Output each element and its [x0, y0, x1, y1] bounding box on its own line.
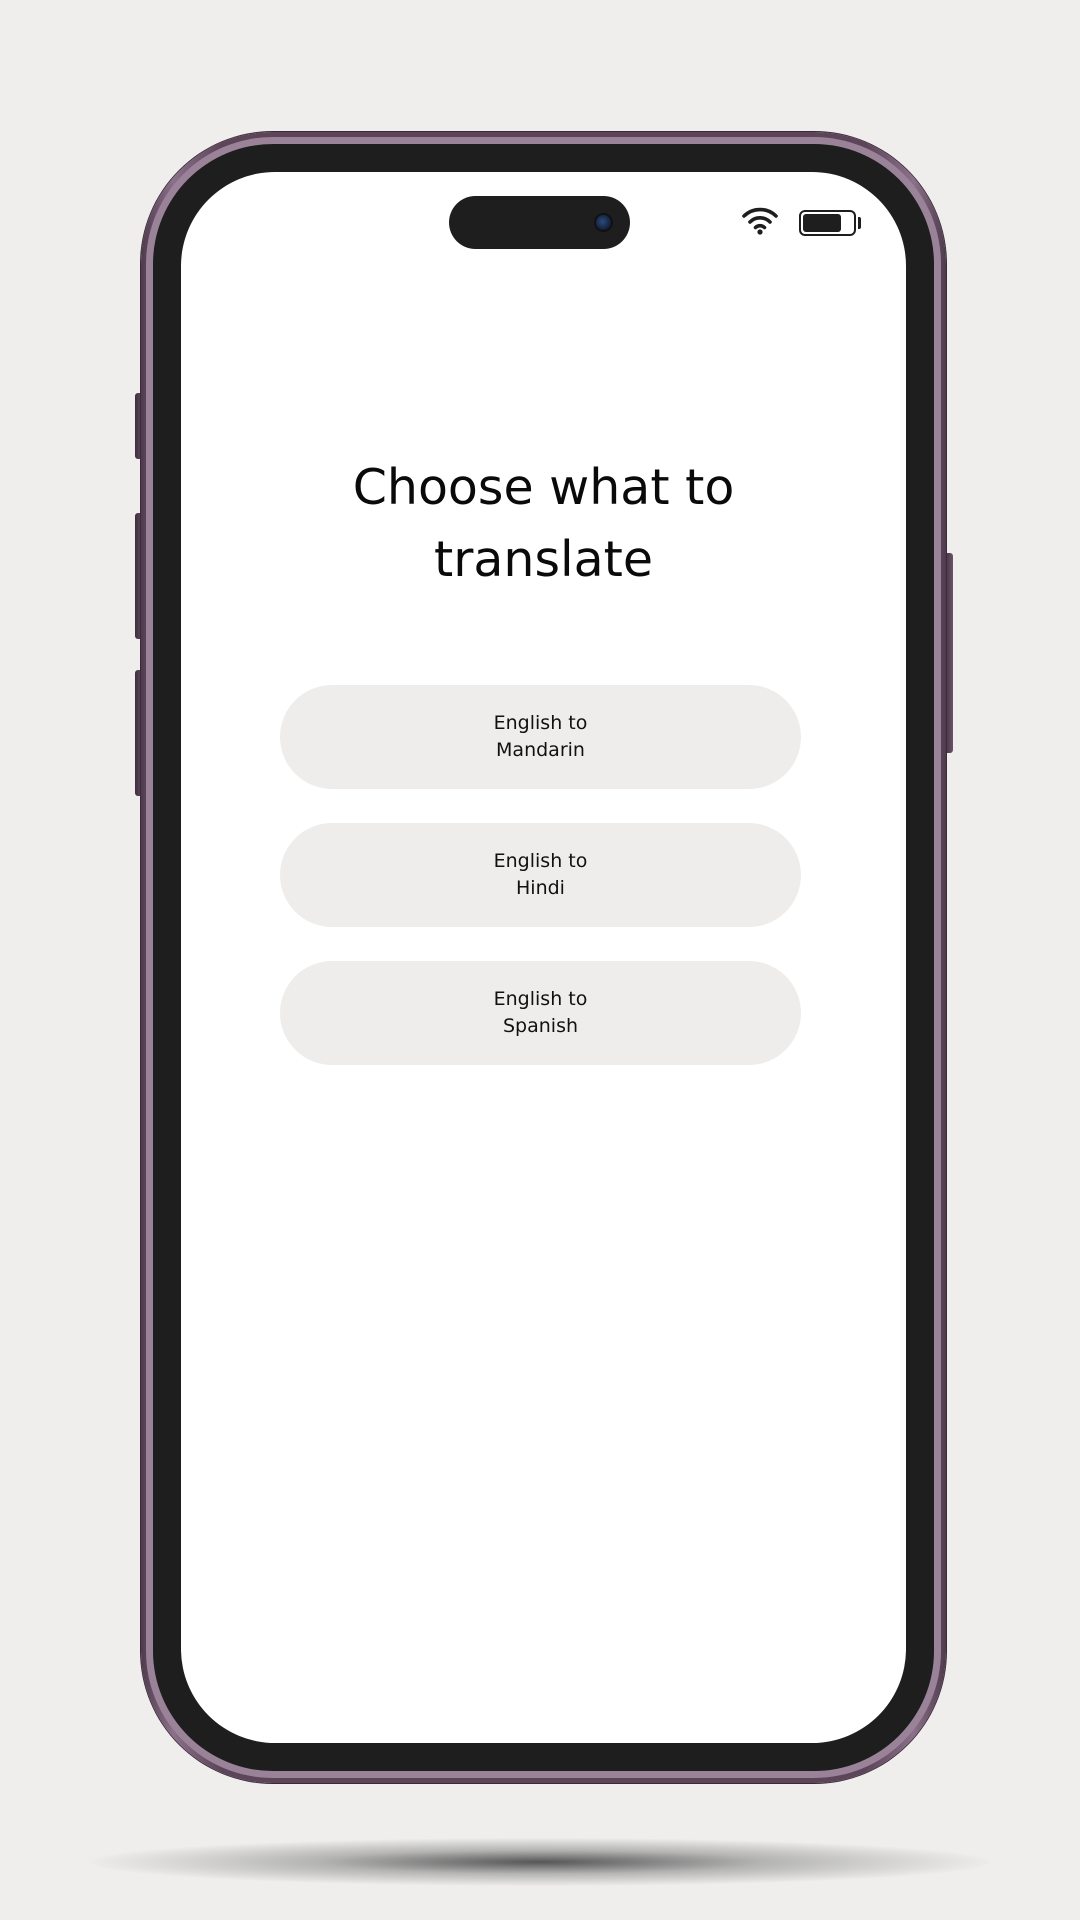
option-label-line: English to [493, 988, 588, 1010]
phone-shadow [90, 1838, 990, 1886]
option-label-line: Hindi [516, 877, 565, 899]
option-label-line: Spanish [502, 1015, 579, 1037]
camera-icon [594, 213, 613, 232]
translation-options: English to Mandarin English to Hindi Eng… [280, 685, 801, 1099]
dynamic-island [449, 196, 630, 249]
english-to-spanish-button[interactable]: English to Spanish [280, 961, 801, 1065]
english-to-hindi-button[interactable]: English to Hindi [280, 823, 801, 927]
page-title-line: Choose what to [352, 459, 735, 516]
phone-screen: Choose what to translate English to Mand… [181, 172, 906, 1743]
english-to-mandarin-button[interactable]: English to Mandarin [280, 685, 801, 789]
battery-icon [799, 210, 856, 236]
mockup-stage: Choose what to translate English to Mand… [0, 0, 1080, 1920]
option-label-line: English to [493, 850, 588, 872]
wifi-icon [742, 207, 778, 235]
page-title: Choose what to translate [181, 452, 906, 596]
battery-cap [858, 217, 861, 229]
battery-level [803, 214, 841, 232]
option-label-line: Mandarin [496, 739, 585, 761]
option-label-line: English to [493, 712, 588, 734]
page-title-line: translate [434, 531, 653, 588]
